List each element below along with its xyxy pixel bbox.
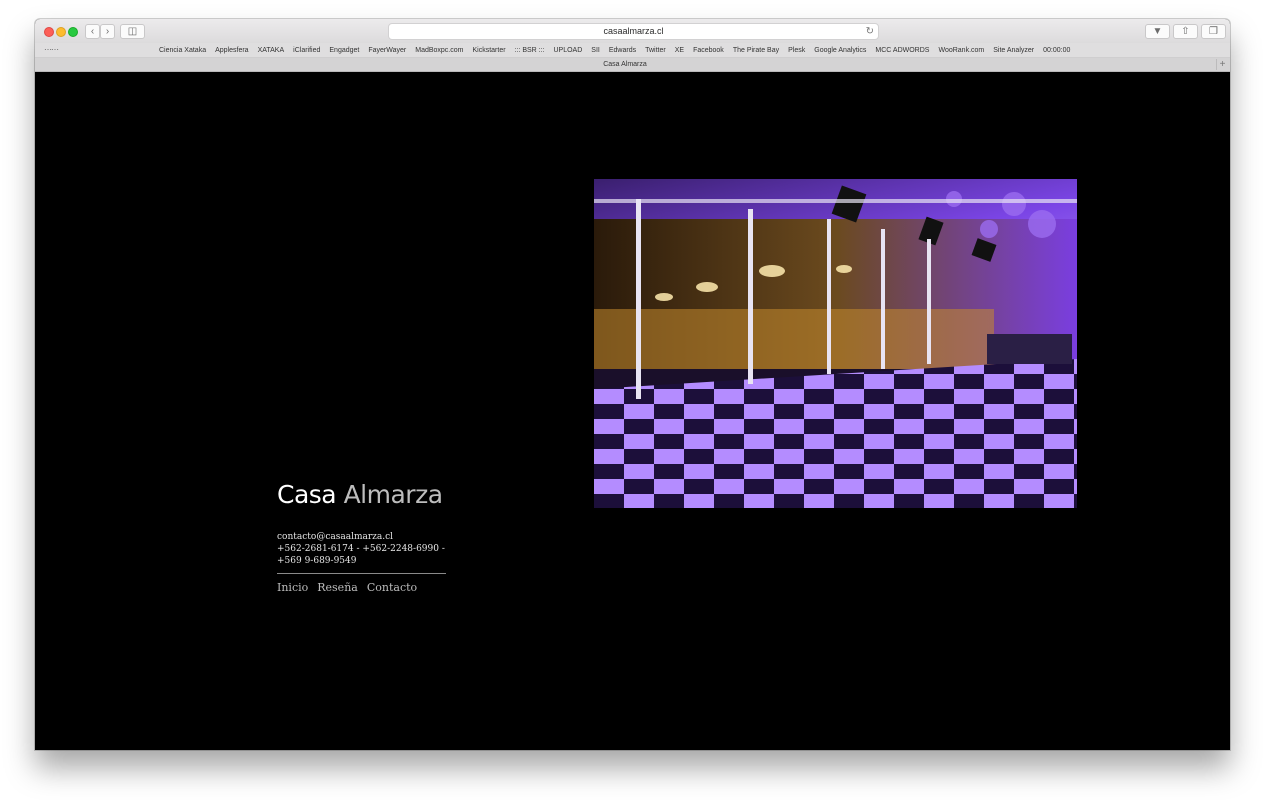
bookmarks-bar: ⋯⋯ Ciencia Xataka Applesfera XATAKA iClarif… bbox=[35, 43, 1230, 58]
site-logo[interactable]: Casa Almarza bbox=[277, 480, 443, 509]
page-content: Casa Almarza contacto@casaalmarza.cl +56… bbox=[35, 72, 1230, 750]
grid-icon[interactable]: ⋯⋯ bbox=[44, 46, 59, 54]
bookmark-item[interactable]: Facebook bbox=[693, 47, 724, 54]
bookmark-item[interactable]: UPLOAD bbox=[554, 47, 583, 54]
browser-window: ‹ › ◫ casaalmarza.cl ↻ ▼ ⇧ ❐ ⋯⋯ Ciencia … bbox=[35, 19, 1230, 750]
bookmark-list: Ciencia Xataka Applesfera XATAKA iClarified… bbox=[159, 43, 1070, 57]
venue-photo-graphic bbox=[594, 179, 1077, 508]
minimize-window-button[interactable] bbox=[56, 27, 66, 37]
bookmark-item[interactable]: MCC ADWORDS bbox=[875, 47, 929, 54]
maximize-window-button[interactable] bbox=[68, 27, 78, 37]
brand-second: Almarza bbox=[343, 480, 443, 509]
bookmark-item[interactable]: 00:00:00 bbox=[1043, 47, 1070, 54]
chevron-left-icon: ‹ bbox=[90, 26, 95, 37]
reload-icon[interactable]: ↻ bbox=[866, 24, 874, 39]
nav-inicio[interactable]: Inicio bbox=[277, 581, 308, 594]
sidebar-icon: ◫ bbox=[127, 26, 138, 37]
bookmark-item[interactable]: XE bbox=[675, 47, 684, 54]
address-bar[interactable]: casaalmarza.cl ↻ bbox=[388, 23, 879, 40]
bookmark-item[interactable]: FayerWayer bbox=[368, 47, 406, 54]
site-nav: Inicio Reseña Contacto bbox=[277, 581, 417, 594]
bookmark-item[interactable]: ::: BSR ::: bbox=[515, 47, 545, 54]
bookmark-item[interactable]: Site Analyzer bbox=[993, 47, 1034, 54]
phones-line-2: +569 9-689-9549 bbox=[277, 556, 357, 566]
bookmark-item[interactable]: SII bbox=[591, 47, 600, 54]
nav-contacto[interactable]: Contacto bbox=[367, 581, 417, 594]
forward-button[interactable]: › bbox=[100, 24, 115, 39]
browser-toolbar: ‹ › ◫ casaalmarza.cl ↻ ▼ ⇧ ❐ bbox=[35, 19, 1230, 43]
tab-bar: Casa Almarza + bbox=[35, 58, 1230, 72]
tabs-icon: ❐ bbox=[1209, 26, 1218, 37]
nav-resena[interactable]: Reseña bbox=[317, 581, 358, 594]
share-button[interactable]: ⇧ bbox=[1173, 24, 1198, 39]
share-icon: ⇧ bbox=[1181, 26, 1190, 37]
bookmark-item[interactable]: MadBoxpc.com bbox=[415, 47, 463, 54]
bookmark-item[interactable]: Plesk bbox=[788, 47, 805, 54]
sidebar-button[interactable]: ◫ bbox=[120, 24, 145, 39]
venue-photo bbox=[594, 179, 1077, 508]
email-link[interactable]: contacto@casaalmarza.cl bbox=[277, 531, 445, 543]
divider bbox=[277, 573, 446, 574]
contact-block: contacto@casaalmarza.cl +562-2681-6174 -… bbox=[277, 531, 445, 567]
bookmark-item[interactable]: Ciencia Xataka bbox=[159, 47, 206, 54]
bookmark-item[interactable]: Edwards bbox=[609, 47, 636, 54]
bookmark-item[interactable]: The Pirate Bay bbox=[733, 47, 779, 54]
bookmark-item[interactable]: iClarified bbox=[293, 47, 320, 54]
brand-first: Casa bbox=[277, 480, 337, 509]
url-text: casaalmarza.cl bbox=[603, 26, 664, 36]
downloads-button[interactable]: ▼ bbox=[1145, 24, 1170, 39]
bookmark-item[interactable]: Google Analytics bbox=[814, 47, 866, 54]
bookmark-item[interactable]: Kickstarter bbox=[472, 47, 505, 54]
back-button[interactable]: ‹ bbox=[85, 24, 100, 39]
show-tabs-button[interactable]: ❐ bbox=[1201, 24, 1226, 39]
bookmark-item[interactable]: Twitter bbox=[645, 47, 666, 54]
tab-title[interactable]: Casa Almarza bbox=[35, 58, 1215, 71]
download-icon: ▼ bbox=[1152, 26, 1163, 37]
plus-icon[interactable]: + bbox=[1216, 59, 1228, 70]
bookmark-item[interactable]: Engadget bbox=[329, 47, 359, 54]
close-window-button[interactable] bbox=[44, 27, 54, 37]
bookmark-item[interactable]: Applesfera bbox=[215, 47, 248, 54]
bookmark-item[interactable]: XATAKA bbox=[258, 47, 285, 54]
bookmark-item[interactable]: WooRank.com bbox=[938, 47, 984, 54]
phones-line-1: +562-2681-6174 - +562-2248-6990 - bbox=[277, 544, 445, 554]
chevron-right-icon: › bbox=[105, 26, 110, 37]
